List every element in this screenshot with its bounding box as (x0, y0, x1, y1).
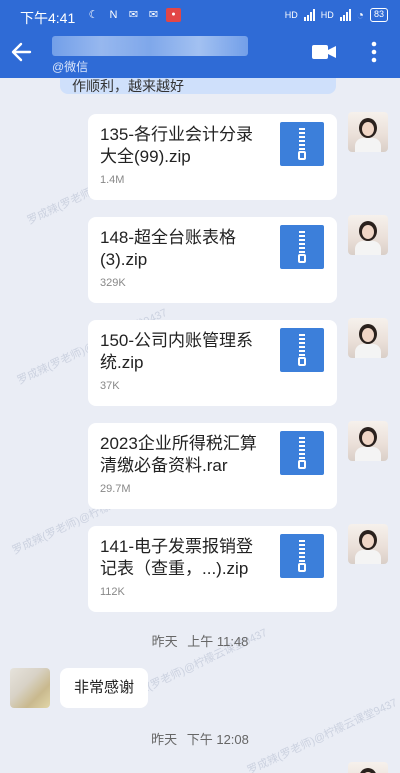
file-name: 148-超全台账表格(3).zip (100, 228, 237, 269)
more-options-icon[interactable] (364, 38, 384, 66)
chat-subtitle: @微信 (52, 60, 89, 74)
contact-avatar[interactable] (10, 668, 50, 708)
zip-file-icon (280, 122, 324, 166)
app-badge-icon: ● (166, 8, 181, 22)
sender-avatar[interactable] (348, 762, 388, 773)
timestamp-time: 上午 11:48 (187, 634, 249, 649)
sender-avatar[interactable] (348, 524, 388, 564)
file-message[interactable]: 141-电子发票报销登记表（查重，...).zip 112K (88, 526, 337, 612)
back-arrow-icon[interactable] (8, 38, 36, 66)
network-label-1: HD (284, 10, 298, 20)
do-not-disturb-icon: ☾ (88, 9, 99, 21)
partial-message-bubble[interactable]: 作顺利，越来越好 (60, 78, 336, 94)
status-time: 下午4:41 (20, 10, 76, 26)
sender-avatar[interactable] (348, 215, 388, 255)
incoming-message-text: 非常感谢 (74, 679, 135, 696)
zip-file-icon (280, 534, 324, 578)
file-size: 112K (100, 586, 125, 598)
nfc-icon: N (109, 9, 118, 21)
file-size: 37K (100, 380, 120, 392)
video-call-icon[interactable] (310, 40, 338, 64)
sender-avatar[interactable] (348, 421, 388, 461)
wechat-icon: ✉ (148, 9, 159, 21)
signal-icon (339, 9, 351, 21)
file-name: 135-各行业会计分录大全(99).zip (100, 125, 254, 166)
sender-avatar[interactable] (348, 318, 388, 358)
chat-area[interactable]: 罗成辣(罗老师)@柠檬云课堂9437 罗成辣(罗老师)@柠檬云课堂9437 罗成… (0, 78, 400, 773)
file-name: 141-电子发票报销登记表（查重，...).zip (100, 537, 254, 578)
message-timestamp: 昨天 下午 12:08 (0, 729, 400, 748)
wifi-icon: ◔ (356, 8, 364, 22)
header: 下午4:41 ☾ N ✉ ✉ ● HD HD ◔ 83 @微信 (0, 0, 400, 78)
network-label-2: HD (320, 10, 334, 20)
signal-icon (303, 9, 315, 21)
message-timestamp: 昨天 上午 11:48 (0, 631, 400, 650)
wechat-icon: ✉ (128, 9, 139, 21)
timestamp-time: 下午 12:08 (186, 732, 249, 747)
sender-avatar[interactable] (348, 112, 388, 152)
status-bar: 下午4:41 ☾ N ✉ ✉ ● HD HD ◔ 83 (0, 0, 400, 30)
notification-icons: ☾ N ✉ ✉ ● (86, 8, 181, 22)
file-message[interactable]: 148-超全台账表格(3).zip 329K (88, 217, 337, 303)
file-size: 329K (100, 277, 126, 289)
file-name: 2023企业所得税汇算清缴必备资料.rar (100, 434, 257, 475)
incoming-message-bubble[interactable]: 非常感谢 (60, 668, 149, 708)
zip-file-icon (280, 225, 324, 269)
battery-icon: 83 (369, 8, 388, 22)
timestamp-day: 昨天 (151, 634, 178, 649)
file-message[interactable]: 2023企业所得税汇算清缴必备资料.rar 29.7M (88, 423, 337, 509)
file-message[interactable]: 150-公司内账管理系统.zip 37K (88, 320, 337, 406)
zip-file-icon (280, 328, 324, 372)
file-size: 29.7M (100, 483, 131, 495)
status-right: HD HD ◔ 83 (285, 8, 388, 22)
timestamp-day: 昨天 (151, 732, 178, 747)
file-name: 150-公司内账管理系统.zip (100, 331, 254, 372)
zip-file-icon (280, 431, 324, 475)
partial-message-text: 作顺利，越来越好 (72, 78, 184, 94)
file-message[interactable]: 135-各行业会计分录大全(99).zip 1.4M (88, 114, 337, 200)
title-bar: @微信 (0, 30, 400, 78)
chat-title-blurred (52, 36, 248, 56)
file-size: 1.4M (100, 174, 125, 186)
